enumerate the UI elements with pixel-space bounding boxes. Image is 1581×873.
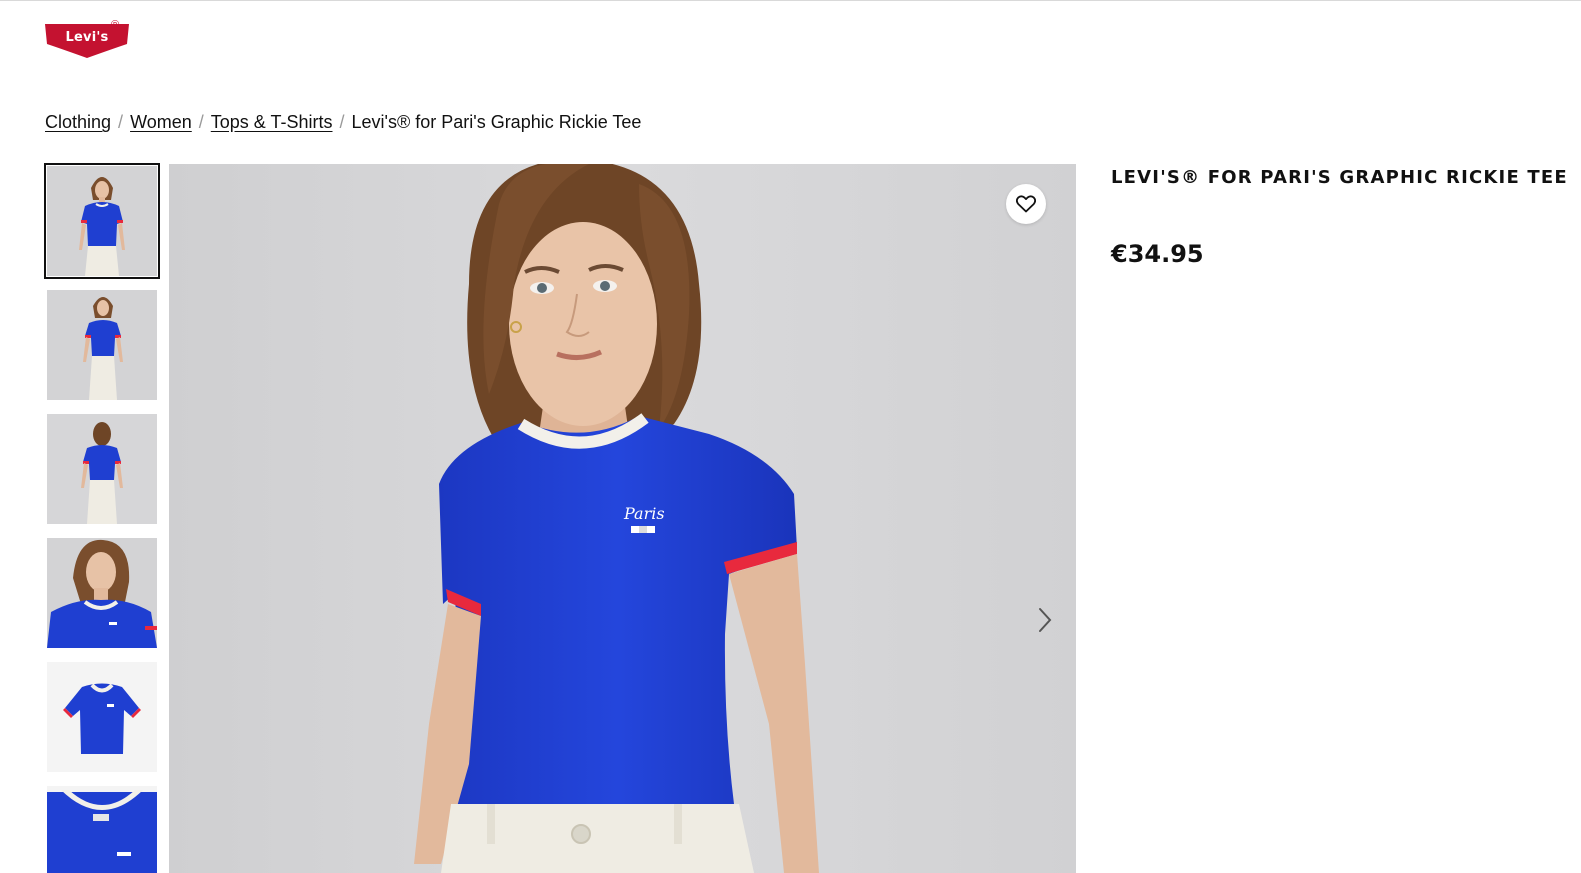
breadcrumb-separator: / — [339, 112, 345, 132]
breadcrumb-separator: / — [118, 112, 124, 132]
breadcrumb-separator: / — [198, 112, 204, 132]
main-product-image[interactable]: Paris — [169, 164, 1076, 873]
product-title: Levi's® for Pari's Graphic Rickie Tee — [1111, 167, 1568, 188]
thumbnail-closeup[interactable] — [45, 536, 159, 650]
thumbnail-front-alt[interactable] — [45, 288, 159, 402]
next-image-button[interactable] — [1030, 603, 1060, 637]
product-price: €34.95 — [1111, 240, 1204, 268]
breadcrumb-tops-tshirts[interactable]: Tops & T-Shirts — [211, 112, 333, 133]
registered-mark: ® — [111, 19, 120, 31]
breadcrumb: Clothing / Women / Tops & T-Shirts / Lev… — [45, 112, 641, 133]
thumbnail-collar-detail[interactable] — [45, 784, 159, 873]
top-divider — [0, 0, 1581, 1]
chevron-right-icon — [1039, 608, 1052, 632]
thumbnail-back[interactable] — [45, 412, 159, 526]
breadcrumb-clothing[interactable]: Clothing — [45, 112, 111, 133]
svg-text:Paris: Paris — [623, 504, 665, 523]
logo-text: Levi's — [65, 30, 109, 45]
thumbnail-front[interactable] — [44, 163, 160, 279]
favorite-button[interactable] — [1006, 184, 1046, 224]
heart-icon — [1016, 195, 1036, 213]
thumbnail-flat-lay[interactable] — [45, 660, 159, 774]
breadcrumb-women[interactable]: Women — [130, 112, 192, 133]
breadcrumb-current: Levi's® for Pari's Graphic Rickie Tee — [351, 112, 642, 132]
